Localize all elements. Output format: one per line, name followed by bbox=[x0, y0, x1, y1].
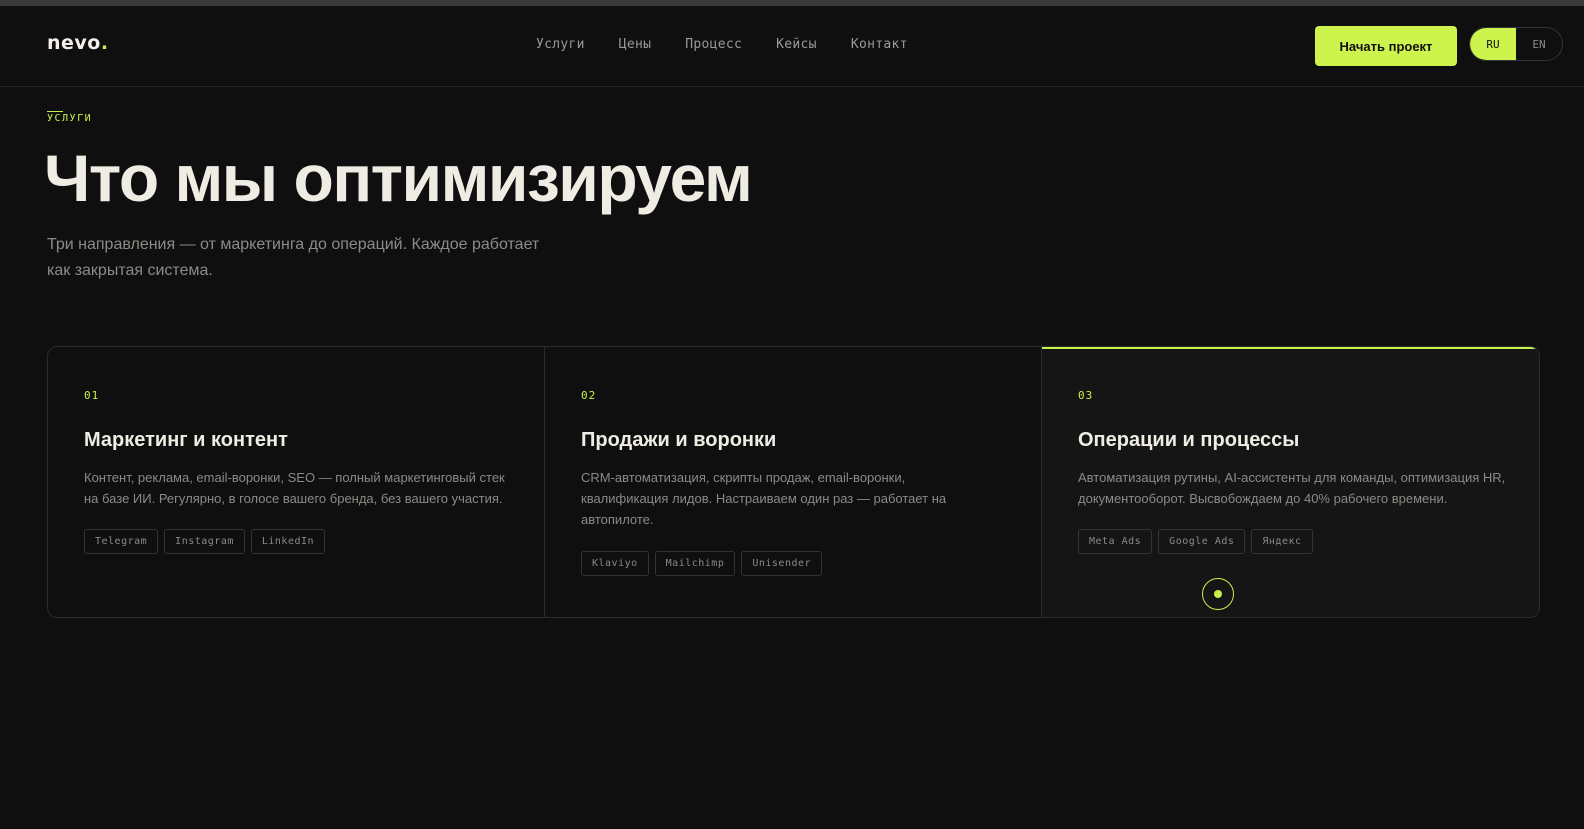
card-tags: Meta Ads Google Ads Яндекс bbox=[1078, 529, 1313, 554]
card-number: 03 bbox=[1078, 389, 1094, 402]
tag: Unisender bbox=[741, 551, 823, 576]
card-title: Продажи и воронки bbox=[581, 429, 777, 451]
tag: Google Ads bbox=[1158, 529, 1246, 554]
nav-item-services[interactable]: Услуги bbox=[536, 37, 585, 52]
eyebrow-line bbox=[47, 111, 63, 112]
nav-item-contact[interactable]: Контакт bbox=[851, 37, 908, 52]
tag: Mailchimp bbox=[654, 551, 736, 576]
card-description: Контент, реклама, email-воронки, SEO — п… bbox=[84, 470, 505, 506]
nav-item-prices[interactable]: Цены bbox=[619, 37, 652, 52]
nav-item-cases[interactable]: Кейсы bbox=[776, 37, 817, 52]
lang-en-button[interactable]: EN bbox=[1516, 28, 1562, 60]
cursor-indicator-icon bbox=[1202, 578, 1234, 610]
card-tags: Telegram Instagram LinkedIn bbox=[84, 529, 326, 554]
tag: Meta Ads bbox=[1078, 529, 1153, 554]
card-tags: Klaviyo Mailchimp Unisender bbox=[581, 551, 823, 576]
card-description: CRM-автоматизация, скрипты продаж, email… bbox=[581, 470, 947, 527]
services-cards: 01 Маркетинг и контент Контент, реклама,… bbox=[47, 346, 1540, 618]
tag: LinkedIn bbox=[250, 529, 326, 554]
lang-ru-button[interactable]: RU bbox=[1470, 28, 1516, 60]
page-subtitle: Три направления — от маркетинга до опера… bbox=[47, 236, 540, 279]
card-number: 02 bbox=[581, 389, 597, 402]
card-title: Операции и процессы bbox=[1078, 429, 1300, 451]
active-card-accent bbox=[1042, 347, 1539, 349]
service-card-marketing[interactable]: 01 Маркетинг и контент Контент, реклама,… bbox=[48, 347, 545, 617]
language-switcher: RU EN bbox=[1469, 27, 1563, 61]
tag: Klaviyo bbox=[581, 551, 649, 576]
logo[interactable]: nevo. bbox=[47, 32, 109, 54]
tag: Telegram bbox=[84, 529, 159, 554]
page-title: Что мы оптимизируем bbox=[44, 141, 753, 215]
card-title: Маркетинг и контент bbox=[84, 429, 288, 451]
start-project-button[interactable]: Начать проект bbox=[1315, 26, 1457, 66]
indicator-dot bbox=[1214, 590, 1222, 598]
card-description: Автоматизация рутины, AI-ассистенты для … bbox=[1078, 470, 1506, 506]
service-card-operations[interactable]: 03 Операции и процессы Автоматизация рут… bbox=[1042, 347, 1539, 617]
tag: Яндекс bbox=[1251, 529, 1313, 554]
card-number: 01 bbox=[84, 389, 100, 402]
section-eyebrow: УСЛУГИ bbox=[47, 113, 93, 124]
site-header: nevo. Услуги Цены Процесс Кейсы Контакт … bbox=[0, 6, 1584, 87]
main-nav: Услуги Цены Процесс Кейсы Контакт bbox=[536, 37, 942, 52]
service-card-sales[interactable]: 02 Продажи и воронки CRM-автоматизация, … bbox=[545, 347, 1042, 617]
tag: Instagram bbox=[164, 529, 245, 554]
nav-item-process[interactable]: Процесс bbox=[685, 37, 742, 52]
